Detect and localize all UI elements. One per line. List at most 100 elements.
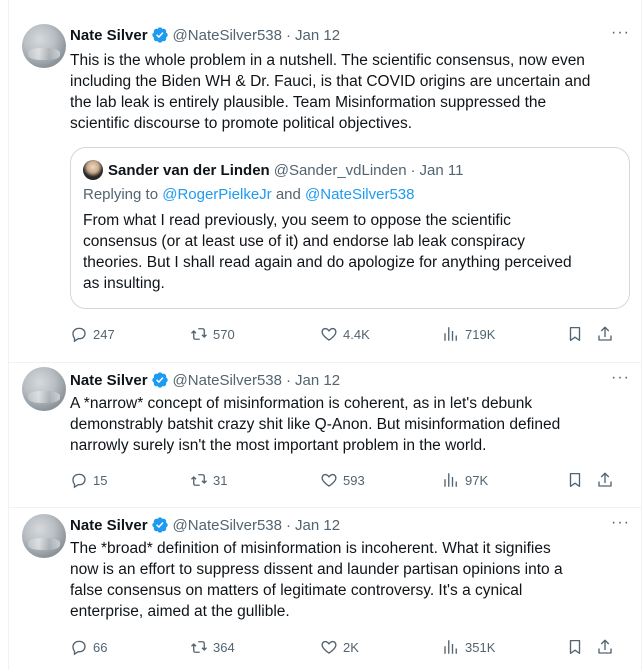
more-icon[interactable]: ··· (611, 369, 630, 387)
quoted-tweet[interactable]: Sander van der Linden @Sander_vdLinden ·… (70, 147, 630, 309)
tweet-header: Nate Silver @NateSilver538 · Jan 12 ··· (70, 24, 630, 46)
replying-to: Replying to @RogerPielkeJr and @NateSilv… (83, 186, 414, 203)
retweet-count: 570 (213, 326, 235, 342)
share-icon (598, 639, 612, 654)
tweet-3[interactable]: Nate Silver @NateSilver538 · Jan 12 ··· … (0, 508, 644, 670)
bookmark-icon (569, 472, 581, 488)
replying-to-and: and (271, 186, 306, 203)
tweet-1[interactable]: Nate Silver @NateSilver538 · Jan 12 ··· … (0, 0, 644, 362)
like-count: 593 (343, 472, 365, 488)
tweet-header: Nate Silver @NateSilver538 · Jan 12 ··· (70, 514, 630, 536)
views-icon (444, 473, 457, 487)
author-handle[interactable]: @NateSilver538 (173, 372, 282, 389)
more-icon[interactable]: ··· (611, 514, 630, 532)
verified-badge-icon (151, 517, 168, 533)
quoted-tweet-header: Sander van der Linden @Sander_vdLinden ·… (83, 160, 463, 180)
bookmark-button[interactable] (566, 637, 584, 657)
view-count: 97K (465, 472, 489, 488)
author-avatar[interactable] (22, 367, 66, 411)
views-icon (444, 327, 457, 341)
author-name[interactable]: Nate Silver (70, 372, 148, 389)
retweet-icon (191, 641, 207, 653)
mention-link[interactable]: @RogerPielkeJr (162, 186, 271, 203)
tweet-text-line: A *narrow* concept of misinformation is … (70, 395, 533, 412)
share-button[interactable] (596, 637, 614, 657)
tweet-2[interactable]: Nate Silver @NateSilver538 · Jan 12 ··· … (0, 363, 644, 509)
share-button[interactable] (596, 470, 614, 490)
like-button[interactable]: 2K (320, 637, 359, 657)
views-button[interactable]: 351K (442, 637, 495, 657)
author-handle[interactable]: @NateSilver538 (173, 27, 282, 44)
retweet-button[interactable]: 570 (190, 324, 235, 344)
reply-count: 15 (93, 472, 108, 488)
view-count: 719K (465, 326, 496, 342)
tweet-text-line: This is the whole problem in a nutshell.… (70, 52, 585, 69)
reply-count: 66 (93, 639, 108, 655)
tweet-text-line: scientific discourse to promote politica… (70, 115, 413, 132)
like-button[interactable]: 593 (320, 470, 365, 490)
retweet-count: 31 (213, 472, 228, 488)
tweet-text-line: narrowly surely isn't the most important… (70, 437, 487, 454)
share-icon (598, 472, 612, 487)
views-button[interactable]: 719K (442, 324, 495, 344)
bookmark-icon (569, 326, 581, 342)
retweet-count: 364 (213, 639, 235, 655)
bookmark-button[interactable] (566, 470, 584, 490)
views-button[interactable]: 97K (442, 470, 488, 490)
quoted-author-name: Sander van der Linden (108, 161, 270, 179)
tweet-text-line: The *broad* definition of misinformation… (70, 540, 551, 557)
separator-dot: · (286, 26, 291, 44)
separator-dot: · (286, 516, 291, 534)
view-count: 351K (465, 639, 496, 655)
retweet-icon (191, 474, 207, 486)
reply-button[interactable]: 66 (70, 637, 107, 657)
quoted-text-line: consensus (or at least use of it) and en… (83, 233, 525, 250)
author-name[interactable]: Nate Silver (70, 27, 148, 44)
tweet-text: A *narrow* concept of misinformation is … (70, 393, 628, 456)
like-icon (321, 640, 337, 654)
like-icon (321, 473, 337, 487)
mention-link[interactable]: @NateSilver538 (305, 186, 414, 203)
tweet-actions: 66 364 2K 351K (70, 637, 630, 657)
tweet-text-line: enterprise, aimed at the gullible. (70, 603, 290, 620)
reply-button[interactable]: 247 (70, 324, 115, 344)
tweet-text: This is the whole problem in a nutshell.… (70, 50, 628, 134)
retweet-button[interactable]: 31 (190, 470, 227, 490)
verified-badge-icon (151, 372, 168, 388)
tweet-text-line: demonstrably batshit crazy shit like Q-A… (70, 416, 561, 433)
quoted-text-line: From what I read previously, you seem to… (83, 212, 511, 229)
like-count: 2K (343, 639, 359, 655)
reply-button[interactable]: 15 (70, 470, 107, 490)
bookmark-button[interactable] (566, 324, 584, 344)
like-count: 4.4K (343, 326, 370, 342)
tweet-text: The *broad* definition of misinformation… (70, 538, 628, 622)
author-avatar[interactable] (22, 24, 66, 68)
quoted-author-handle: @Sander_vdLinden (273, 161, 407, 179)
replying-to-label: Replying to (83, 186, 163, 203)
tweet-text-line: including the Biden WH & Dr. Fauci, is t… (70, 73, 591, 90)
share-button[interactable] (596, 324, 614, 344)
quoted-tweet-date: Jan 11 (419, 161, 464, 179)
tweet-text-line: false consensus on matters of legitimate… (70, 582, 523, 599)
reply-icon (72, 327, 86, 343)
quoted-author-avatar (83, 160, 103, 180)
tweet-date[interactable]: Jan 12 (295, 372, 340, 389)
author-avatar[interactable] (22, 514, 66, 558)
tweet-header: Nate Silver @NateSilver538 · Jan 12 ··· (70, 369, 630, 391)
like-button[interactable]: 4.4K (320, 324, 370, 344)
tweet-date[interactable]: Jan 12 (295, 27, 340, 44)
like-icon (321, 327, 337, 341)
quoted-text-line: as insulting. (83, 275, 165, 292)
tweet-text-line: the lab leak is entirely plausible. Team… (70, 94, 547, 111)
verified-badge-icon (151, 27, 168, 43)
bookmark-icon (569, 639, 581, 655)
more-icon[interactable]: ··· (611, 24, 630, 42)
tweet-date[interactable]: Jan 12 (295, 517, 340, 534)
tweet-actions: 247 570 4.4K 719K (70, 324, 630, 344)
separator-dot: · (286, 371, 291, 389)
retweet-icon (191, 328, 207, 340)
retweet-button[interactable]: 364 (190, 637, 235, 657)
reply-icon (72, 640, 86, 656)
author-handle[interactable]: @NateSilver538 (173, 517, 282, 534)
author-name[interactable]: Nate Silver (70, 517, 148, 534)
